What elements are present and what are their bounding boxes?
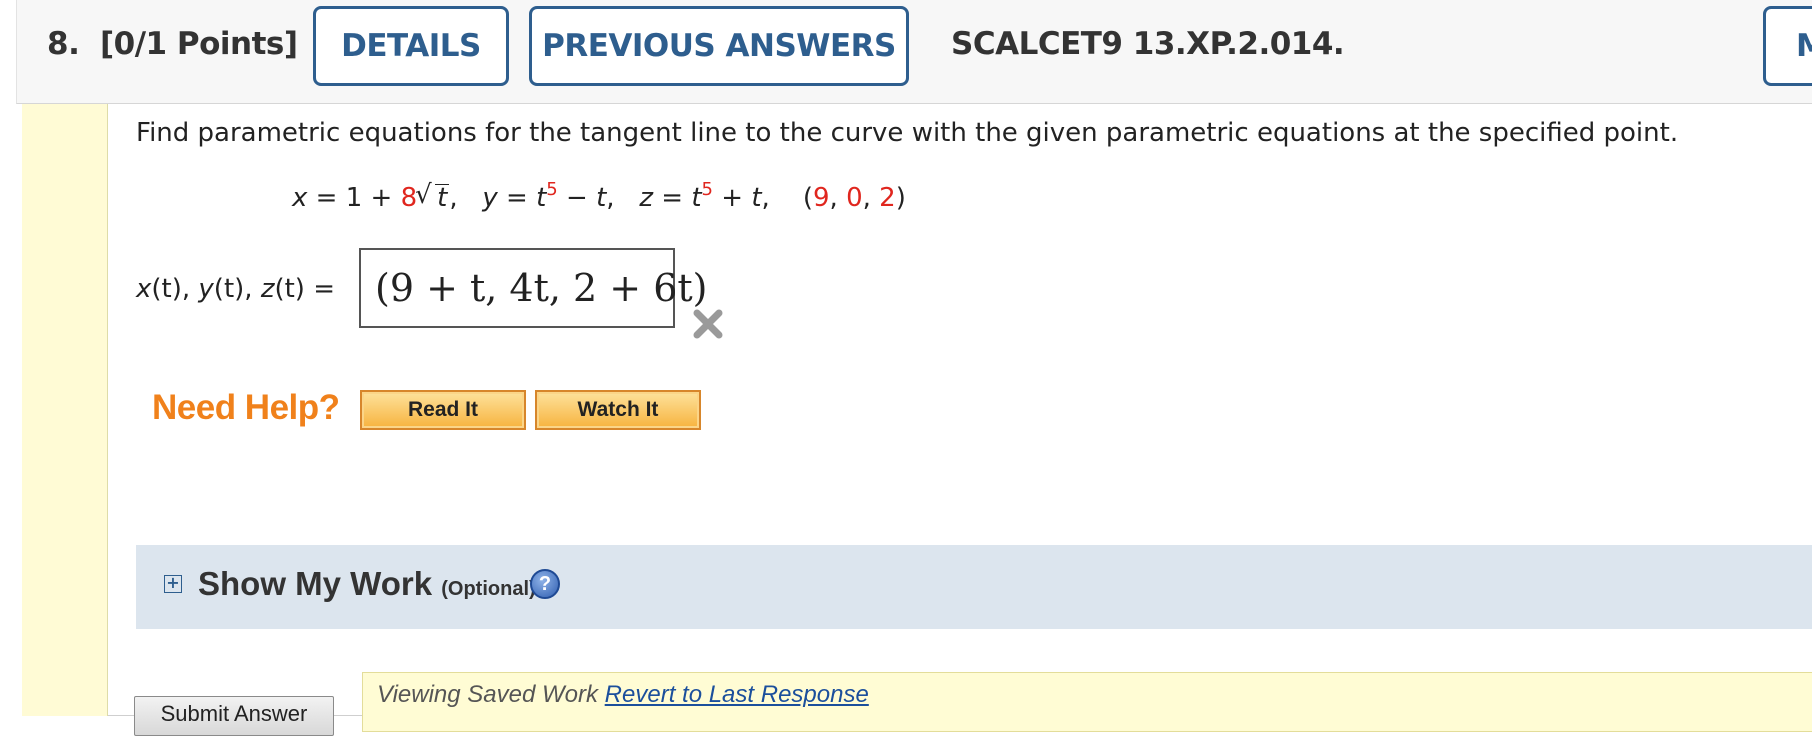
answer-label-arg-y: (t) xyxy=(213,274,245,304)
answer-label-arg-z: (t) xyxy=(274,274,305,304)
answer-input[interactable]: (9 + t, 4t, 2 + 6t) xyxy=(359,248,707,328)
answer-label-arg-x: (t) xyxy=(151,274,182,304)
help-question-icon[interactable]: ? xyxy=(530,569,560,599)
previous-answers-button[interactable]: PREVIOUS ANSWERS xyxy=(529,6,909,86)
eq-y-lhs: y xyxy=(482,183,498,213)
revert-to-last-response-link[interactable]: Revert to Last Response xyxy=(605,681,869,708)
watch-it-button[interactable]: Watch It xyxy=(535,390,701,430)
eq-y-tail: t xyxy=(596,183,607,213)
show-my-work-title: Show My Work xyxy=(198,565,433,602)
show-my-work-toggle[interactable]: Show My Work (Optional) xyxy=(198,565,536,603)
need-help-label: Need Help? xyxy=(152,388,340,427)
question-code: SCALCET9 13.XP.2.014. xyxy=(951,26,1345,62)
question-side-strip xyxy=(22,104,108,716)
saved-work-bar: Viewing Saved Work Revert to Last Respon… xyxy=(362,672,1812,732)
details-button[interactable]: DETAILS xyxy=(313,6,509,86)
more-button[interactable]: M xyxy=(1763,6,1812,86)
question-header: 8. [0/1 Points] DETAILS PREVIOUS ANSWERS… xyxy=(16,0,1812,104)
question-points: [0/1 Points] xyxy=(99,26,298,62)
answer-label: x(t), y(t), z(t) = xyxy=(136,274,336,304)
question-prompt: Find parametric equations for the tangen… xyxy=(136,118,1679,148)
read-it-button[interactable]: Read It xyxy=(360,390,526,430)
eq-x-var: t xyxy=(437,183,448,213)
question-number: 8. xyxy=(47,26,80,62)
point-close: ) xyxy=(895,183,906,213)
eq-z-tail: t xyxy=(751,183,762,213)
x-mark-icon xyxy=(693,309,723,339)
eq-x-equals: = 1 + xyxy=(307,183,401,213)
point-coord-2: 0 xyxy=(846,183,863,213)
point-coord-3: 2 xyxy=(879,183,896,213)
answer-label-z: z xyxy=(260,274,275,304)
eq-z-lhs: z xyxy=(639,183,653,213)
show-my-work-panel: + Show My Work (Optional) ? xyxy=(136,545,1812,629)
show-my-work-optional: (Optional) xyxy=(441,578,536,600)
eq-y-base: t xyxy=(536,183,547,213)
point-coord-1: 9 xyxy=(813,183,830,213)
eq-z-base: t xyxy=(691,183,702,213)
answer-label-y: y xyxy=(198,274,214,304)
eq-y-exponent: 5 xyxy=(546,179,558,200)
question-number-and-points: 8. [0/1 Points] xyxy=(47,26,298,62)
eq-z-exponent: 5 xyxy=(701,179,713,200)
submit-answer-button[interactable]: Submit Answer xyxy=(134,696,334,736)
sqrt-symbol: t xyxy=(415,182,450,213)
point-open: ( xyxy=(802,183,813,213)
eq-y-op: − xyxy=(557,183,597,213)
answer-value: (9 + t, 4t, 2 + 6t) xyxy=(375,266,708,310)
parametric-equations: x = 1 + 8t, y = t5 − t, z = t5 + t, (9, … xyxy=(292,179,906,213)
answer-label-equals: = xyxy=(304,274,336,304)
eq-z-equals: = xyxy=(653,183,692,213)
eq-x-lhs: x xyxy=(292,183,308,213)
answer-label-x: x xyxy=(136,274,152,304)
eq-z-op: + xyxy=(712,183,752,213)
saved-work-text: Viewing Saved Work xyxy=(377,681,598,708)
saved-work-message: Viewing Saved Work Revert to Last Respon… xyxy=(377,681,869,709)
eq-y-equals: = xyxy=(497,183,537,213)
expand-plus-icon[interactable]: + xyxy=(164,575,182,593)
